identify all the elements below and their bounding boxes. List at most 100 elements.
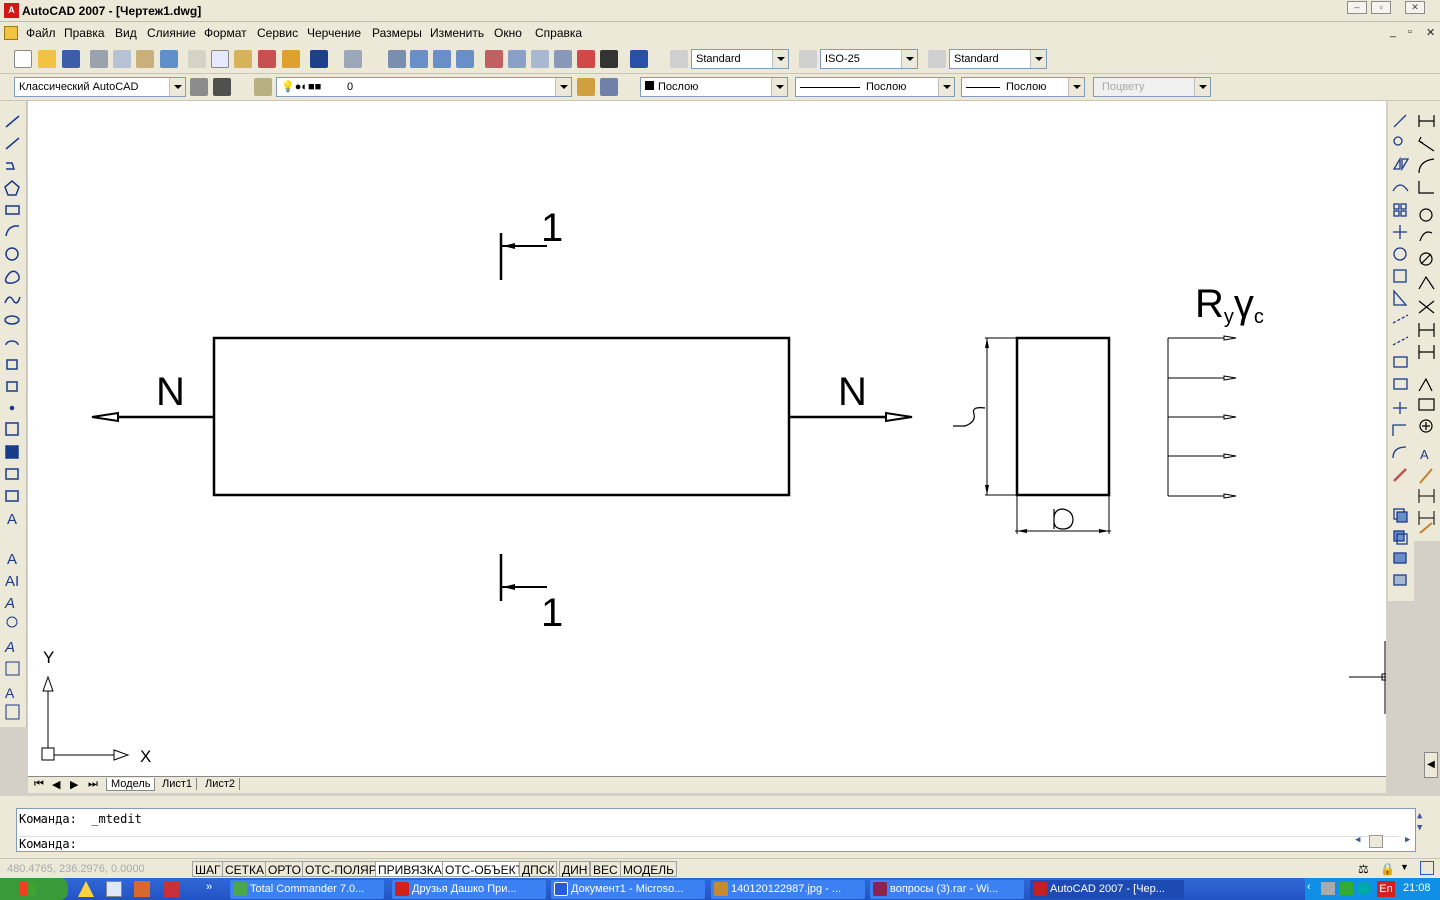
- save-icon[interactable]: [62, 50, 80, 68]
- layer-select[interactable]: 💡●◐■■ 0: [276, 77, 572, 97]
- workspace-save-icon[interactable]: [213, 78, 231, 96]
- task-winrar[interactable]: вопросы (3).rar - Wi...: [870, 880, 1024, 899]
- horizontal-scroll-thumb[interactable]: [1369, 835, 1383, 848]
- quicklaunch-more-icon[interactable]: »: [206, 881, 212, 893]
- last-tab-arrow-icon[interactable]: ⏭: [84, 778, 102, 791]
- close-button[interactable]: ✕: [1405, 1, 1425, 14]
- task-total-commander[interactable]: Total Commander 7.0...: [230, 880, 384, 899]
- menu-file[interactable]: Файл: [26, 26, 56, 40]
- layer-manager-icon[interactable]: [254, 78, 272, 96]
- dim-style-select[interactable]: ISO-25: [820, 49, 918, 69]
- redo-icon[interactable]: [344, 50, 362, 68]
- first-tab-arrow-icon[interactable]: ⏮: [30, 778, 48, 791]
- model-toggle[interactable]: МОДЕЛЬ: [620, 861, 677, 877]
- tray-network-icon[interactable]: [1321, 882, 1335, 895]
- text-style-icon[interactable]: [670, 50, 688, 68]
- doc-restore-icon[interactable]: ▫: [1408, 26, 1412, 38]
- linetype-select[interactable]: Послою: [795, 77, 955, 97]
- zoom-realtime-icon[interactable]: [410, 50, 428, 68]
- zoom-previous-icon[interactable]: [456, 50, 474, 68]
- menu-view[interactable]: Вид: [115, 26, 137, 40]
- status-menu-chevron-icon[interactable]: ▼: [1400, 862, 1409, 872]
- tray-app-icon[interactable]: [1357, 882, 1371, 895]
- publish-icon[interactable]: [136, 50, 154, 68]
- task-image[interactable]: 140120122987.jpg - ...: [711, 880, 865, 899]
- zoom-window-icon[interactable]: [433, 50, 451, 68]
- copy-icon[interactable]: [211, 50, 229, 68]
- drawing-canvas[interactable]: N N 1 1 Ryγc Y X: [28, 101, 1389, 776]
- grid-toggle[interactable]: СЕТКА: [222, 861, 267, 877]
- scroll-down-icon[interactable]: ▼: [1417, 823, 1422, 833]
- scroll-right-icon[interactable]: ▶: [1405, 835, 1410, 845]
- doc-close-icon[interactable]: ✕: [1426, 26, 1435, 39]
- menu-help[interactable]: Справка: [535, 26, 582, 40]
- help-icon[interactable]: [630, 50, 648, 68]
- minimize-button[interactable]: –: [1347, 1, 1367, 14]
- color-select[interactable]: Послою: [640, 77, 788, 97]
- ducs-toggle[interactable]: ДПСК: [519, 861, 558, 877]
- menu-format[interactable]: Формат: [204, 26, 247, 40]
- tab-layout2[interactable]: Лист2: [201, 778, 241, 790]
- undo-icon[interactable]: [310, 50, 328, 68]
- sheet-set-icon[interactable]: [554, 50, 572, 68]
- print-icon[interactable]: [90, 50, 108, 68]
- table-style-icon[interactable]: [928, 50, 946, 68]
- pan-icon[interactable]: [388, 50, 406, 68]
- command-prompt[interactable]: Команда:: [19, 836, 1399, 851]
- quicklaunch-autocad-icon[interactable]: [78, 881, 94, 897]
- quicklaunch-app-icon[interactable]: [164, 881, 180, 897]
- workspace-select[interactable]: Классический AutoCAD: [14, 77, 186, 97]
- next-tab-arrow-icon[interactable]: ▶: [66, 778, 82, 791]
- language-indicator[interactable]: En: [1377, 881, 1395, 897]
- menu-dimension[interactable]: Размеры: [372, 26, 422, 40]
- prev-tab-arrow-icon[interactable]: ◀: [48, 778, 64, 791]
- design-center-icon[interactable]: [508, 50, 526, 68]
- markup-icon[interactable]: [577, 50, 595, 68]
- menu-modify[interactable]: Изменить: [430, 26, 484, 40]
- task-opera[interactable]: Друзья Дашко При...: [392, 880, 546, 899]
- dim-style-icon[interactable]: [799, 50, 817, 68]
- preview-icon[interactable]: [113, 50, 131, 68]
- new-icon[interactable]: [14, 50, 32, 68]
- menu-merge[interactable]: Слияние: [147, 26, 196, 40]
- menu-tools[interactable]: Сервис: [257, 26, 298, 40]
- command-window[interactable]: Команда: _mtedit Команда: ▲ ▼ ◀ ▶: [16, 808, 1422, 852]
- tab-layout1[interactable]: Лист1: [158, 778, 198, 790]
- menu-draw[interactable]: Черчение: [307, 26, 361, 40]
- workspace-settings-icon[interactable]: [190, 78, 208, 96]
- quicklaunch-explorer-icon[interactable]: [134, 881, 150, 897]
- doc-minimize-icon[interactable]: _: [1390, 26, 1396, 38]
- quicklaunch-desktop-icon[interactable]: [106, 881, 122, 897]
- block-editor-icon[interactable]: [282, 50, 300, 68]
- table-style-select[interactable]: Standard: [949, 49, 1047, 69]
- object-tracking-toggle[interactable]: ОТС-ОБЪЕКТ: [442, 861, 526, 877]
- tray-media-icon[interactable]: [1339, 882, 1353, 895]
- annotation-scale-icon[interactable]: ⚖: [1358, 862, 1369, 876]
- restore-button[interactable]: ▫: [1371, 1, 1391, 14]
- menu-edit[interactable]: Правка: [64, 26, 105, 40]
- menu-window[interactable]: Окно: [494, 26, 522, 40]
- tray-expand-icon[interactable]: ‹: [1307, 881, 1311, 893]
- tab-model[interactable]: Модель: [106, 778, 156, 791]
- snap-toggle[interactable]: ШАГ: [192, 861, 224, 877]
- open-icon[interactable]: [38, 50, 56, 68]
- dyn-toggle[interactable]: ДИН: [559, 861, 591, 877]
- ortho-toggle[interactable]: ОРТО: [265, 861, 304, 877]
- 3d-dwf-icon[interactable]: [160, 50, 178, 68]
- lineweight-select[interactable]: Послою: [961, 77, 1085, 97]
- make-layer-current-icon[interactable]: [577, 78, 595, 96]
- start-button[interactable]: [0, 878, 68, 900]
- autocad-app-icon[interactable]: A: [4, 3, 19, 18]
- polar-tracking-toggle[interactable]: ОТС-ПОЛЯР: [302, 861, 380, 877]
- drawing-svg[interactable]: N N 1 1 Ryγc Y X: [28, 101, 1389, 776]
- scroll-up-icon[interactable]: ▲: [1417, 811, 1422, 821]
- task-word[interactable]: Документ1 - Microso...: [551, 880, 705, 899]
- match-properties-icon[interactable]: [258, 50, 276, 68]
- layer-previous-icon[interactable]: [600, 78, 618, 96]
- toolbar-lock-icon[interactable]: 🔒: [1380, 862, 1395, 876]
- text-style-select[interactable]: Standard: [691, 49, 789, 69]
- document-icon[interactable]: [4, 26, 18, 40]
- osnap-toggle[interactable]: ПРИВЯЗКА: [375, 861, 445, 877]
- collapse-panel-button[interactable]: ◀: [1424, 752, 1438, 778]
- calculator-icon[interactable]: [600, 50, 618, 68]
